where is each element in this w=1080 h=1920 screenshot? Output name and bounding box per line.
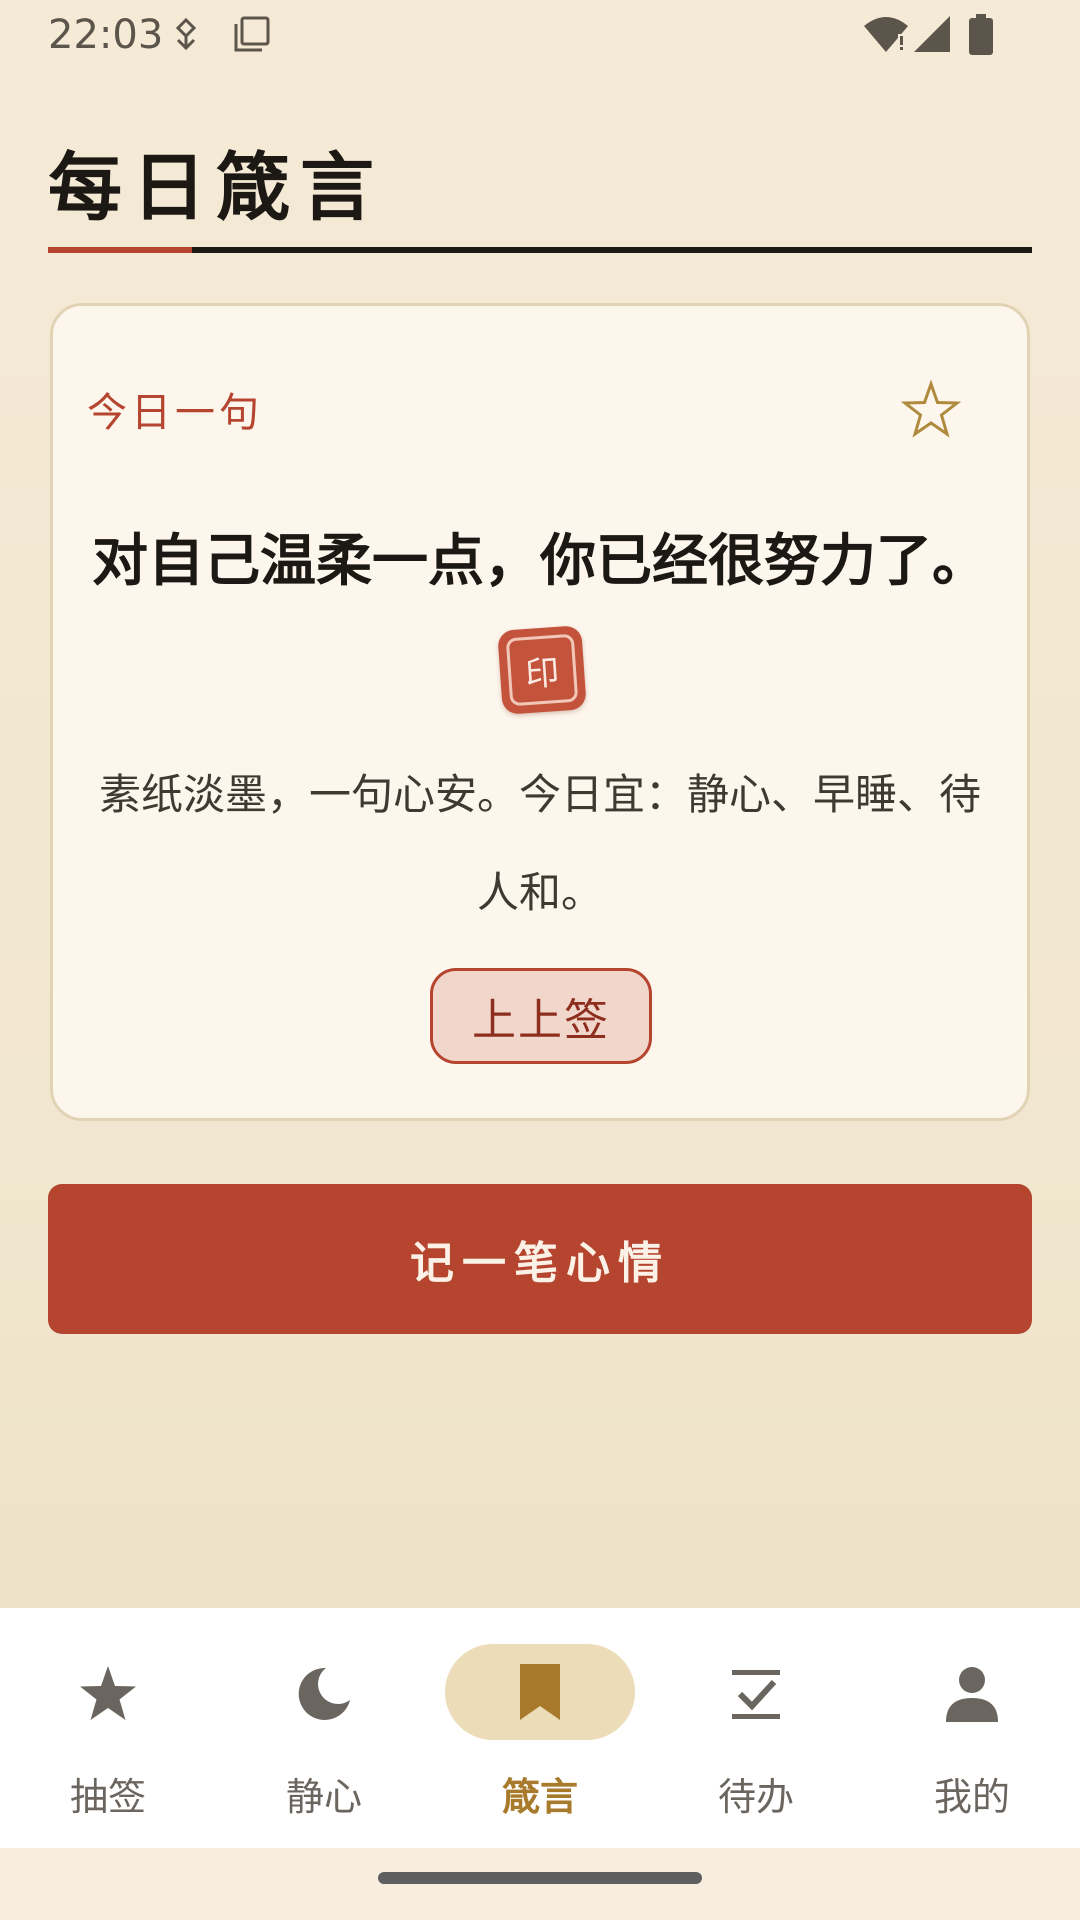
quote-description: 素纸淡墨，一句心安。今日宜：静心、早睡、待人和。 <box>98 770 981 917</box>
nav-label: 我的 <box>933 1775 1010 1819</box>
gesture-area <box>0 1848 1080 1920</box>
checklist-icon <box>732 1670 780 1719</box>
quote-text: 对自己温柔一点，你已经很努力了。 <box>92 528 988 594</box>
status-bar: 22:03 <box>0 0 1080 72</box>
nav-item-meditate[interactable]: 静心 <box>216 1608 432 1848</box>
title-divider <box>48 247 1032 253</box>
copy-icon <box>232 14 272 58</box>
moon-icon <box>298 1667 350 1720</box>
nav-item-quotes[interactable]: 箴言 <box>432 1608 648 1848</box>
bottom-nav: 抽签 静心 箴言 待办 我的 <box>0 1608 1080 1848</box>
status-time: 22:03 <box>48 12 164 58</box>
home-indicator[interactable] <box>378 1872 702 1884</box>
title-divider-accent <box>48 247 192 253</box>
nav-label: 静心 <box>285 1775 362 1819</box>
page-title: 每日箴言 <box>48 145 384 231</box>
nav-label: 待办 <box>717 1775 794 1819</box>
usb-icon <box>172 17 200 58</box>
star-icon <box>80 1666 136 1720</box>
signal-icon <box>912 14 952 58</box>
card-label: 今日一句 <box>87 390 263 436</box>
wifi-icon <box>862 14 910 58</box>
nav-label: 箴言 <box>501 1775 578 1819</box>
seal-stamp: 印 <box>497 625 587 715</box>
person-icon <box>946 1667 998 1722</box>
nav-item-draw[interactable]: 抽签 <box>0 1608 216 1848</box>
nav-item-todo[interactable]: 待办 <box>648 1608 864 1848</box>
favorite-button[interactable] <box>899 378 963 442</box>
nav-label: 抽签 <box>69 1775 146 1819</box>
battery-icon <box>968 14 994 60</box>
daily-quote-card: 今日一句 对自己温柔一点，你已经很努力了。 印 素纸淡墨，一句心安。今日宜：静心… <box>50 303 1030 1121</box>
seal-text: 印 <box>505 633 579 707</box>
fortune-badge: 上上签 <box>430 968 652 1064</box>
nav-item-profile[interactable]: 我的 <box>864 1608 1080 1848</box>
bookmark-icon <box>520 1664 560 1720</box>
star-outline-icon <box>900 379 962 438</box>
record-mood-button[interactable]: 记一笔心情 <box>48 1184 1032 1334</box>
